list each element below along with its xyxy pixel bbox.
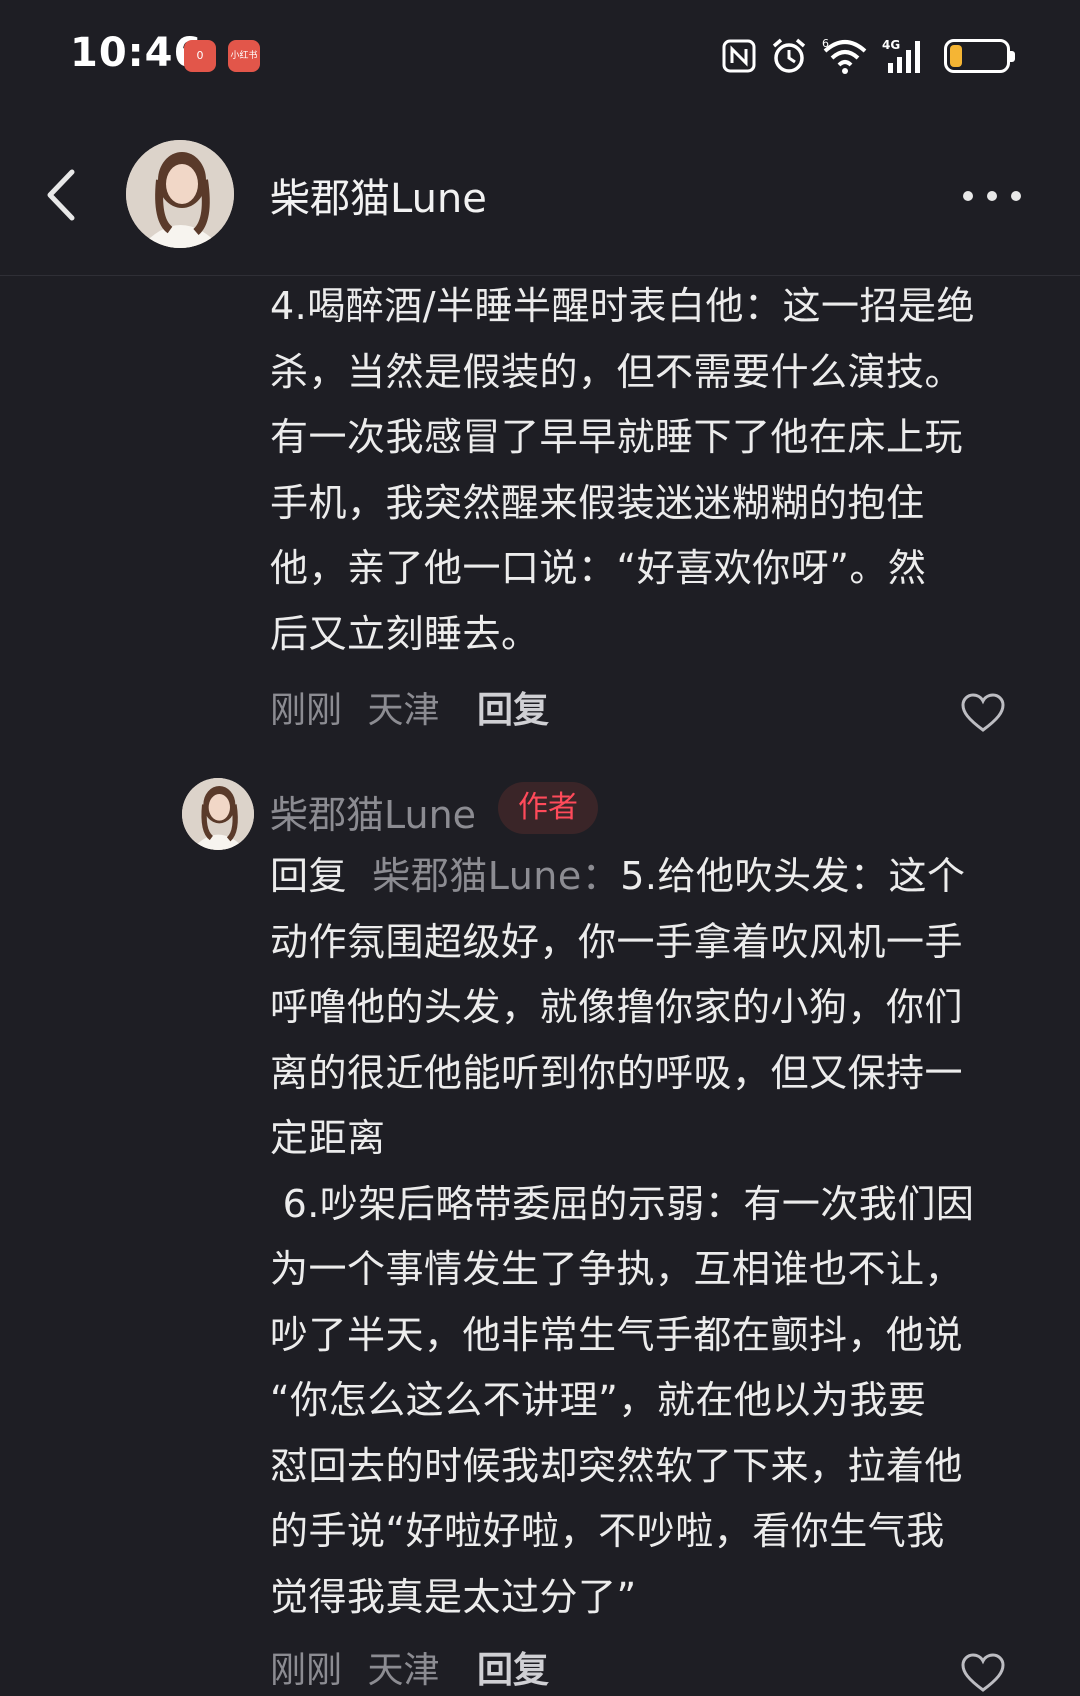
network-type: 4G — [882, 38, 900, 52]
chat-header: 柴郡猫Lune — [0, 120, 1080, 276]
more-options-icon[interactable] — [960, 186, 1024, 206]
comment-meta: 刚刚 天津 回复 — [270, 686, 549, 736]
reply-text-first-line: 5.给他吹头发：这个 — [620, 854, 966, 898]
reply-time: 刚刚 — [270, 1650, 343, 1691]
reply-body: 回复 柴郡猫Lune：5.给他吹头发：这个 动作氛围超级好，你一手拿着吹风机一手… — [270, 844, 1030, 1630]
wifi-icon: 6 — [822, 37, 867, 74]
xiaohongshu-app-icon: 小红书 — [228, 40, 260, 72]
cellular-signal-icon: 4G — [882, 38, 920, 73]
reply-reply-button[interactable]: 回复 — [477, 1650, 549, 1691]
reply-prefix: 回复 — [270, 854, 348, 898]
alarm-icon — [772, 38, 806, 73]
wifi-label: 6 — [822, 37, 829, 50]
reply-heart-icon[interactable] — [960, 1652, 1006, 1694]
reply-location: 天津 — [367, 1650, 440, 1691]
status-time: 10:46 — [70, 30, 203, 76]
battery-icon — [944, 39, 1015, 73]
author-badge: 作者 — [498, 782, 598, 834]
reply-meta: 刚刚 天津 回复 — [270, 1646, 549, 1696]
comment-body: 4.喝醉酒/半睡半醒时表白他：这一招是绝 杀，当然是假装的，但不需要什么演技。 … — [270, 284, 976, 656]
status-bar: 10:46 0 小红书 6 4G — [0, 0, 1080, 120]
nfc-icon — [722, 39, 756, 73]
header-username: 柴郡猫Lune — [270, 176, 487, 222]
reply-target-name[interactable]: 柴郡猫Lune： — [372, 854, 620, 898]
back-arrow-icon[interactable] — [40, 160, 80, 230]
comment-location: 天津 — [367, 690, 440, 731]
comment-time: 刚刚 — [270, 690, 343, 731]
reply-button[interactable]: 回复 — [477, 690, 549, 731]
user-avatar[interactable] — [126, 140, 234, 248]
reply-text: 动作氛围超级好，你一手拿着吹风机一手 呼噜他的头发，就像撸你家的小狗，你们 离的… — [270, 919, 975, 1619]
heart-icon[interactable] — [960, 692, 1006, 734]
reply-author-name[interactable]: 柴郡猫Lune — [270, 784, 476, 839]
battery-level — [950, 45, 962, 67]
reply-avatar[interactable] — [182, 778, 254, 850]
notification-badge-icon: 0 — [184, 40, 216, 72]
status-icons: 6 4G — [722, 34, 1015, 78]
